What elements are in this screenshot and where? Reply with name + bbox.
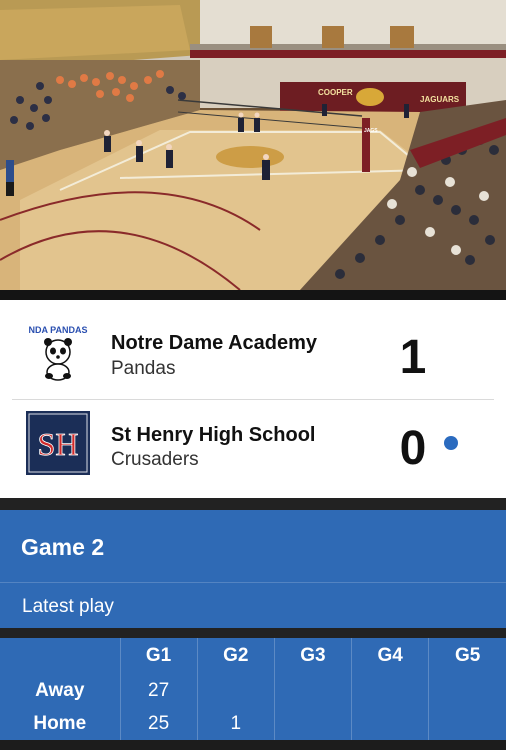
home-team-name: St Henry High School <box>111 424 316 446</box>
banner-text-jaguars: JAGUARS <box>420 95 460 104</box>
home-team-mascot: Crusaders <box>111 449 199 470</box>
home-g1-score: 25 <box>119 707 198 740</box>
home-g5-score <box>428 707 506 740</box>
away-team-score: 1 <box>399 331 427 384</box>
linescore-table: G1 G2 G3 G4 G5 Away 27 Home 25 1 <box>0 638 506 740</box>
home-g2-score: 1 <box>196 707 275 740</box>
serve-indicator-icon <box>444 436 458 450</box>
panda-icon <box>44 338 72 381</box>
column-g5: G5 <box>428 638 506 674</box>
linescore-row-away: Away 27 <box>0 674 506 707</box>
section-separator <box>0 498 506 510</box>
banner-text-cooper: COOPER <box>318 88 353 97</box>
away-logo-text: NDA PANDAS <box>28 325 87 335</box>
away-g1-score: 27 <box>119 674 198 707</box>
column-g3: G3 <box>273 638 352 674</box>
away-g5-score <box>428 674 506 707</box>
home-team-score: 0 <box>399 422 427 475</box>
column-g1: G1 <box>119 638 198 674</box>
game-panel-divider <box>0 582 506 583</box>
home-g4-score <box>351 707 429 740</box>
row-label-home: Home <box>33 712 87 734</box>
away-team-mascot: Pandas <box>111 358 176 379</box>
column-g4: G4 <box>351 638 429 674</box>
home-team-logo: SH <box>26 411 90 475</box>
bottom-bar <box>0 740 506 750</box>
scoreboard-card: NDA PANDAS Notre Dame Academy Pandas 1 S… <box>0 300 506 498</box>
linescore-row-home: Home 25 1 <box>0 707 506 740</box>
latest-play-link[interactable]: Latest play <box>22 596 114 618</box>
video-bottom-bar <box>0 290 506 300</box>
away-g4-score <box>351 674 429 707</box>
away-team-logo: NDA PANDAS <box>26 320 90 384</box>
section-separator <box>0 628 506 638</box>
away-team-row[interactable]: NDA PANDAS Notre Dame Academy Pandas 1 <box>0 300 506 398</box>
current-game-title: Game 2 <box>21 534 105 560</box>
pole-text: JAGS <box>364 128 378 134</box>
home-team-row[interactable]: SH St Henry High School Crusaders 0 <box>0 400 506 498</box>
linescore-header-row: G1 G2 G3 G4 G5 <box>0 638 506 674</box>
column-g2: G2 <box>196 638 275 674</box>
away-g2-score <box>196 674 275 707</box>
home-g3-score <box>273 707 352 740</box>
video-player[interactable]: COOPER JAGUARS JAGS <box>0 0 506 290</box>
game-info-panel: Game 2 Latest play <box>0 510 506 628</box>
linescore-corner <box>0 638 120 674</box>
row-label-away: Away <box>35 679 85 701</box>
home-logo-text: SH <box>38 426 79 462</box>
linescore-panel: G1 G2 G3 G4 G5 Away 27 Home 25 1 <box>0 638 506 740</box>
away-team-name: Notre Dame Academy <box>111 332 318 354</box>
away-g3-score <box>273 674 352 707</box>
video-frame-image: COOPER JAGUARS JAGS <box>0 0 506 290</box>
